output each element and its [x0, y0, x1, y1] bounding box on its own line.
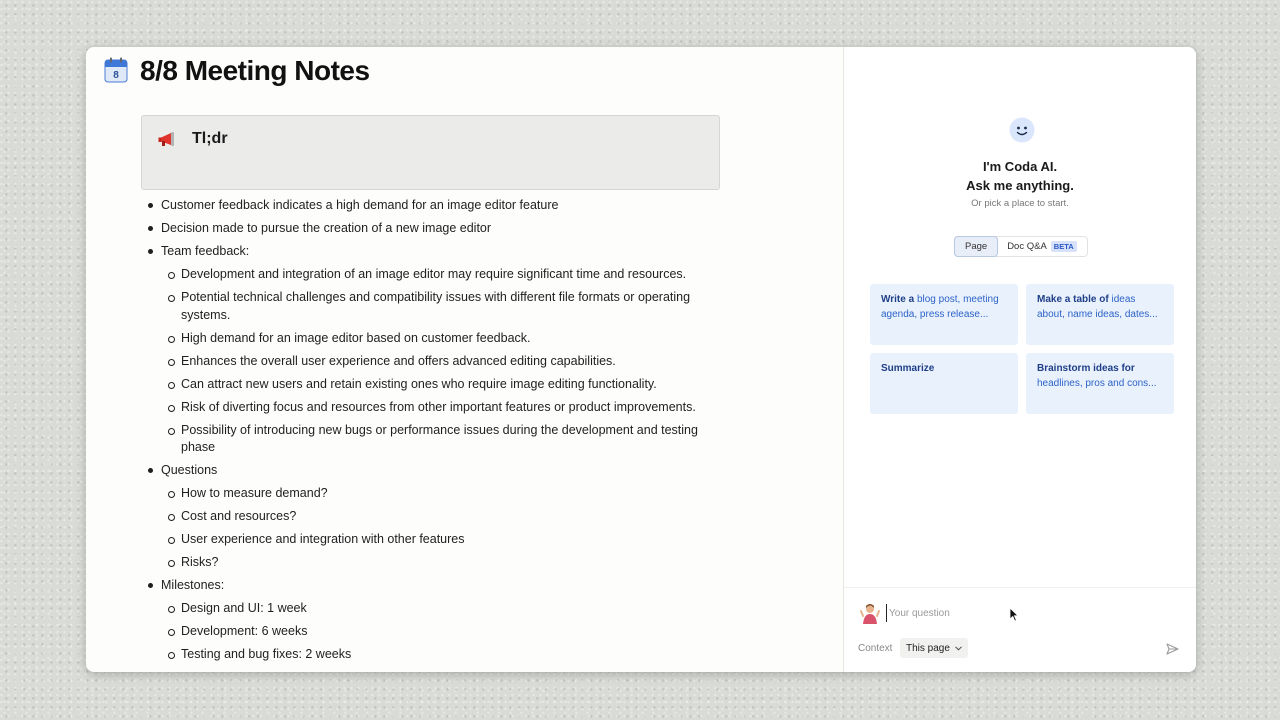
- sub-list-item[interactable]: High demand for an image editor based on…: [168, 330, 701, 348]
- page-title[interactable]: 8/8 Meeting Notes: [140, 55, 370, 87]
- context-select[interactable]: This page: [900, 638, 968, 658]
- sub-list-item[interactable]: Risk of diverting focus and resources fr…: [168, 399, 701, 417]
- beta-badge: BETA: [1050, 241, 1077, 252]
- ai-greeting-line1: I'm Coda AI.: [982, 159, 1058, 174]
- sub-list-item[interactable]: Design and UI: 1 week: [168, 600, 701, 618]
- suggestion-write[interactable]: Write a blog post, meeting agenda, press…: [870, 284, 1018, 345]
- ai-subtitle: Or pick a place to start.: [971, 198, 1069, 209]
- ai-greeting-line2: Ask me anything.: [966, 178, 1074, 193]
- suggestion-bold: Make a table of: [1037, 294, 1109, 305]
- calendar-icon: 8: [104, 57, 128, 83]
- list-item-text: Milestones:: [161, 578, 225, 592]
- tab-doc-qa-label: Doc Q&A: [1007, 241, 1047, 252]
- sub-list-item[interactable]: Potential technical challenges and compa…: [168, 289, 701, 324]
- sub-list-item[interactable]: How to measure demand?: [168, 485, 701, 503]
- tab-page[interactable]: Page: [954, 236, 999, 257]
- sub-list-item[interactable]: Risks?: [168, 554, 701, 572]
- list-item-text: Decision made to pursue the creation of …: [161, 221, 492, 235]
- suggestion-bold: Write a: [881, 294, 915, 305]
- tab-doc-qa[interactable]: Doc Q&A BETA: [997, 237, 1086, 256]
- coda-ai-panel: I'm Coda AI. Ask me anything. Or pick a …: [844, 47, 1196, 672]
- document-pane: 8 8/8 Meeting Notes Tl;dr Customer feedb…: [86, 47, 844, 672]
- list-item[interactable]: Milestones: Design and UI: 1 week Develo…: [148, 577, 701, 664]
- suggestion-bold: Brainstorm ideas for: [1037, 363, 1135, 374]
- notes-list: Customer feedback indicates a high deman…: [148, 197, 701, 669]
- user-avatar: [860, 604, 880, 624]
- list-item[interactable]: Decision made to pursue the creation of …: [148, 220, 701, 238]
- chevron-down-icon: [955, 645, 962, 651]
- sub-list-item[interactable]: User experience and integration with oth…: [168, 531, 701, 549]
- list-item-text: Team feedback:: [161, 244, 250, 258]
- tldr-callout[interactable]: Tl;dr: [141, 115, 720, 190]
- sub-list-item[interactable]: Testing and bug fixes: 2 weeks: [168, 646, 701, 664]
- suggestion-bold: Summarize: [881, 363, 935, 374]
- sub-list-item[interactable]: Development: 6 weeks: [168, 623, 701, 641]
- chat-divider: [844, 587, 1196, 588]
- sub-list-item[interactable]: Possibility of introducing new bugs or p…: [168, 422, 701, 457]
- sub-list-item[interactable]: Enhances the overall user experience and…: [168, 353, 701, 371]
- ai-scope-tabs: Page Doc Q&A BETA: [954, 236, 1088, 257]
- tab-page-label: Page: [965, 241, 988, 252]
- sub-list-item[interactable]: Cost and resources?: [168, 508, 701, 526]
- sub-list-item[interactable]: Can attract new users and retain existin…: [168, 376, 701, 394]
- list-item[interactable]: Customer feedback indicates a high deman…: [148, 197, 701, 215]
- context-value: This page: [906, 642, 950, 654]
- list-item-text: Customer feedback indicates a high deman…: [161, 198, 559, 212]
- list-item[interactable]: Team feedback: Development and integrati…: [148, 243, 701, 457]
- question-input[interactable]: [886, 604, 1106, 622]
- list-item-text: Questions: [161, 463, 218, 477]
- suggestion-table[interactable]: Make a table of ideas about, name ideas,…: [1026, 284, 1174, 345]
- list-item[interactable]: Questions How to measure demand? Cost an…: [148, 462, 701, 572]
- suggestion-rest: headlines, pros and cons...: [1037, 377, 1157, 389]
- suggestion-brainstorm[interactable]: Brainstorm ideas for headlines, pros and…: [1026, 353, 1174, 414]
- sub-list-item[interactable]: Development and integration of an image …: [168, 266, 701, 284]
- callout-title: Tl;dr: [192, 130, 228, 147]
- page-title-row: 8 8/8 Meeting Notes: [104, 55, 370, 87]
- context-label: Context: [858, 643, 893, 654]
- coda-ai-face-icon: [1009, 117, 1035, 143]
- mouse-pointer-icon: [1009, 607, 1019, 622]
- suggestion-summarize[interactable]: Summarize: [870, 353, 1018, 414]
- app-window: 8 8/8 Meeting Notes Tl;dr Customer feedb…: [86, 47, 1196, 672]
- ai-greeting: I'm Coda AI. Ask me anything.: [844, 157, 1196, 195]
- calendar-day-text: 8: [113, 70, 119, 81]
- megaphone-icon: [158, 132, 174, 146]
- send-icon[interactable]: [1166, 643, 1179, 655]
